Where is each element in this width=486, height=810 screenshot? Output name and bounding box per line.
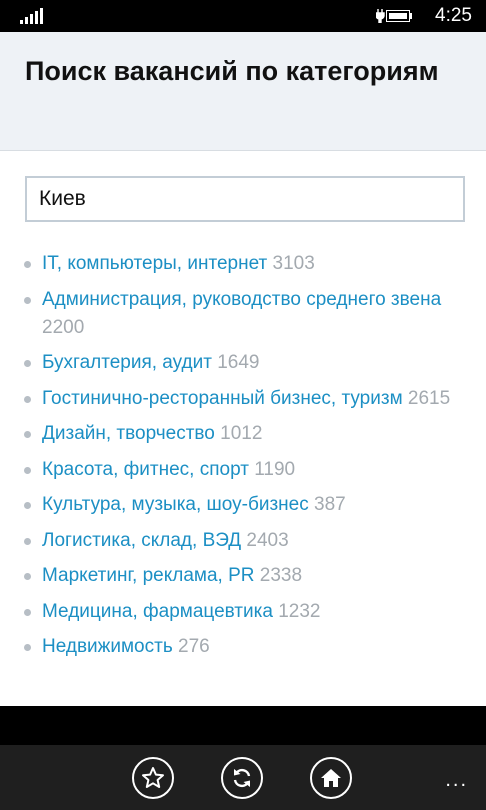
more-menu-button[interactable]: ... — [445, 769, 468, 792]
refresh-icon — [233, 768, 251, 788]
page-content: Поиск вакансий по категориям IT, компьют… — [0, 32, 486, 706]
bullet-icon — [24, 261, 31, 268]
bullet-icon — [24, 608, 31, 616]
category-link[interactable]: Культура, музыка, шоу-бизнес — [42, 494, 309, 515]
bullet-icon — [24, 644, 31, 651]
category-item[interactable]: Администрация, руководство среднего звен… — [22, 286, 462, 342]
bullet-icon — [24, 296, 31, 304]
category-link[interactable]: Логистика, склад, ВЭД — [42, 530, 241, 551]
refresh-button[interactable] — [221, 757, 263, 799]
category-link[interactable]: Маркетинг, реклама, PR — [42, 565, 255, 586]
bullet-icon — [24, 431, 31, 438]
category-count: 1190 — [254, 458, 296, 480]
category-item[interactable]: Логистика, склад, ВЭД 2403 — [22, 527, 462, 555]
battery-charging-icon — [376, 9, 414, 23]
category-count: 276 — [178, 636, 210, 657]
category-link[interactable]: Бухгалтерия, аудит — [42, 352, 212, 373]
signal-icon — [20, 8, 44, 24]
category-item[interactable]: Бухгалтерия, аудит 1649 — [22, 349, 462, 377]
page-title: Поиск вакансий по категориям — [25, 56, 439, 86]
category-count: 1012 — [220, 423, 263, 444]
category-link[interactable]: Дизайн, творчество — [42, 423, 215, 444]
app-bar: ... — [0, 745, 486, 810]
category-link[interactable]: IT, компьютеры, интернет — [42, 253, 267, 274]
category-item[interactable]: Гостинично-ресторанный бизнес, туризм 26… — [22, 385, 462, 413]
home-button[interactable] — [310, 757, 352, 799]
category-count: 2615 — [407, 387, 451, 409]
category-count: 1649 — [217, 352, 260, 373]
clock: 4:25 — [435, 5, 472, 26]
page-header: Поиск вакансий по категориям — [0, 32, 486, 151]
category-link[interactable]: Недвижимость — [42, 636, 173, 657]
category-count: 2403 — [246, 529, 289, 551]
category-item[interactable]: Недвижимость 276 — [22, 633, 462, 661]
search-input[interactable] — [25, 176, 465, 222]
category-item[interactable]: IT, компьютеры, интернет 3103 — [22, 250, 462, 278]
bullet-icon — [24, 466, 31, 474]
category-count: 2200 — [42, 316, 85, 338]
category-item[interactable]: Красота, фитнес, спорт 1190 — [22, 456, 462, 484]
category-list: IT, компьютеры, интернет 3103 Администра… — [22, 250, 462, 669]
category-item[interactable]: Маркетинг, реклама, PR 2338 — [22, 562, 462, 590]
category-link[interactable]: Гостинично-ресторанный бизнес, туризм — [42, 388, 403, 409]
bullet-icon — [24, 573, 31, 580]
bullet-icon — [24, 537, 31, 545]
category-link[interactable]: Красота, фитнес, спорт — [42, 459, 249, 480]
category-count: 2338 — [259, 565, 303, 586]
bullet-icon — [24, 395, 31, 403]
category-count: 387 — [314, 494, 346, 515]
favorite-button[interactable] — [132, 757, 174, 799]
category-link[interactable]: Медицина, фармацевтика — [42, 601, 273, 622]
category-item[interactable]: Дизайн, творчество 1012 — [22, 420, 462, 448]
status-bar: 4:25 — [0, 0, 486, 32]
category-item[interactable]: Культура, музыка, шоу-бизнес 387 — [22, 491, 462, 519]
category-count: 3103 — [272, 253, 315, 274]
star-icon — [142, 767, 164, 788]
bullet-icon — [24, 502, 31, 509]
bullet-icon — [24, 360, 31, 367]
category-item[interactable]: Медицина, фармацевтика 1232 — [22, 598, 462, 626]
home-icon — [321, 769, 341, 787]
category-count: 1232 — [278, 600, 321, 622]
category-link[interactable]: Администрация, руководство среднего звен… — [42, 289, 441, 310]
